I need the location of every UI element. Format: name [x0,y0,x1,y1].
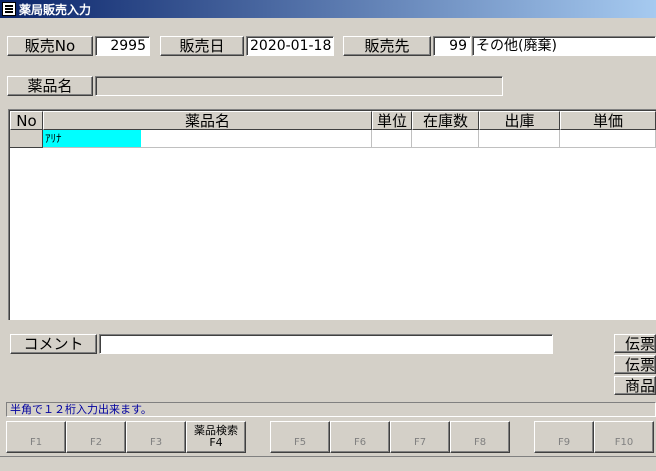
table-row-price-cell[interactable] [560,130,656,148]
table-row-out-cell[interactable] [479,130,560,148]
f1-button[interactable]: F1 [6,421,66,453]
f10-button[interactable]: F10 [594,421,654,453]
f7-button[interactable]: F7 [390,421,450,453]
column-header-stock: 在庫数 [412,111,479,130]
row-header[interactable] [10,130,43,148]
f9-button[interactable]: F9 [534,421,594,453]
sale-date-field[interactable]: 2020-01-18 [246,36,334,56]
table-row-unit-cell[interactable] [372,130,412,148]
f8-button[interactable]: F8 [450,421,510,453]
drug-name-label: 薬品名 [7,76,93,96]
customer-name-field: その他(廃棄) [472,36,656,56]
column-header-unit: 単位 [372,111,412,130]
sale-no-field[interactable]: 2995 [95,36,150,56]
column-header-drug-name: 薬品名 [43,111,372,130]
sale-date-label: 販売日 [160,36,244,56]
app-form-icon [2,2,16,16]
product-button[interactable]: 商品 [614,376,656,395]
f6-button[interactable]: F6 [330,421,390,453]
comment-label: コメント [10,334,97,354]
f2-button[interactable]: F2 [66,421,126,453]
active-cell[interactable]: ｱﾘﾅ [43,130,141,147]
sales-grid[interactable]: No 薬品名 単位 在庫数 出庫 単価 ｱﾘﾅ [8,109,656,320]
sale-no-label: 販売No [7,36,93,56]
table-row-stock-cell[interactable] [412,130,479,148]
f5-button[interactable]: F5 [270,421,330,453]
slip-button-2[interactable]: 伝票 [614,355,656,374]
slip-button-1[interactable]: 伝票 [614,334,656,353]
customer-label: 販売先 [343,36,431,56]
comment-field[interactable] [99,334,553,354]
window-bottom-edge [0,456,656,471]
column-header-no: No [10,111,43,130]
f3-button[interactable]: F3 [126,421,186,453]
window-title: 薬局販売入力 [19,2,92,17]
customer-code-field[interactable]: 99 [433,36,471,56]
drug-name-field [95,76,503,96]
table-row-drug-name-cell[interactable]: ｱﾘﾅ [43,130,372,148]
title-bar: 薬局販売入力 [0,0,656,18]
drug-search-button[interactable]: 薬品検索 F4 [186,421,246,453]
column-header-price: 単価 [560,111,656,130]
status-bar: 半角で１２桁入力出来ます。 [6,402,656,417]
column-header-out: 出庫 [479,111,560,130]
